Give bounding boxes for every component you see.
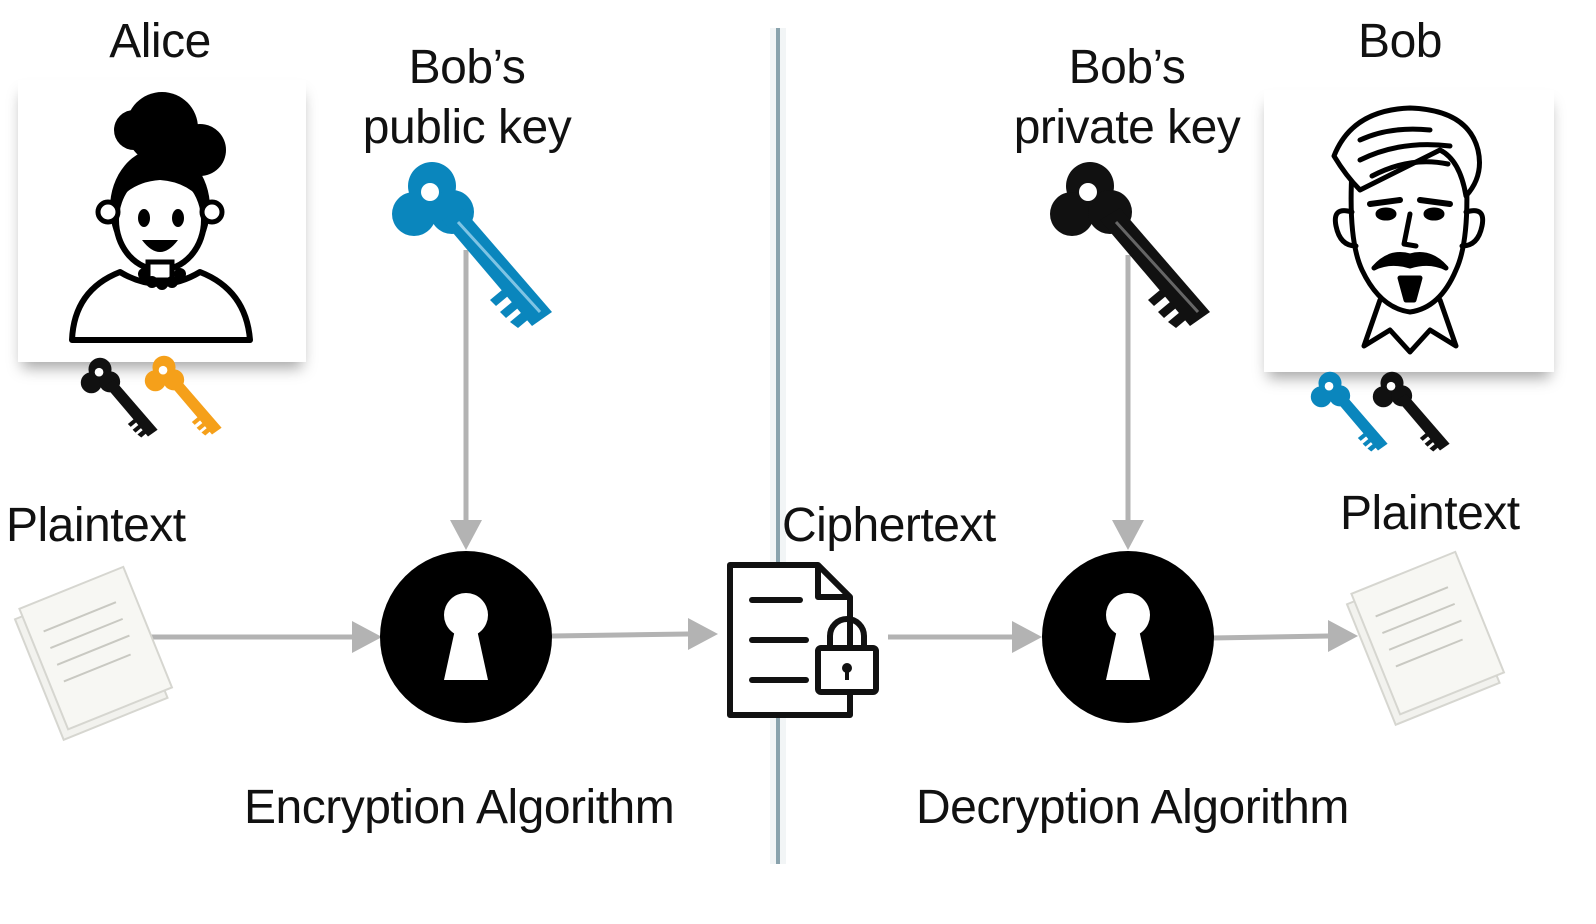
arrow-ciphertext-to-decryption — [888, 621, 1042, 653]
plaintext-left-paper-icon — [13, 565, 174, 742]
bob-name-label: Bob — [1358, 15, 1442, 68]
arrow-private-key-to-decryption — [1112, 255, 1144, 550]
plaintext-left-label: Plaintext — [6, 499, 186, 552]
arrow-decryption-to-plaintext — [1211, 620, 1358, 652]
ciphertext-document-lock-icon — [727, 562, 879, 718]
diagram-canvas — [13, 28, 1506, 864]
arrow-plaintext-to-encryption — [148, 621, 382, 653]
alice-public-key-icon — [144, 355, 222, 436]
alice-private-key-icon — [80, 357, 158, 438]
plaintext-right-label: Plaintext — [1340, 487, 1520, 540]
bob-avatar-icon — [1331, 105, 1486, 355]
bob-private-key-icon — [1372, 371, 1450, 452]
public-key-label-line1: Bob’s — [408, 41, 526, 94]
ciphertext-label: Ciphertext — [782, 499, 996, 552]
divider-line — [770, 28, 786, 864]
public-key-label-line2: public key — [362, 101, 572, 154]
alice-name-label: Alice — [109, 15, 211, 68]
alice-avatar-icon — [69, 92, 253, 343]
decryption-algorithm-label: Decryption Algorithm — [916, 781, 1349, 834]
encryption-algorithm-label: Encryption Algorithm — [244, 781, 675, 834]
private-key-label-line1: Bob’s — [1068, 41, 1186, 94]
decryption-lock-icon — [1042, 551, 1214, 723]
arrow-encryption-to-ciphertext — [551, 618, 718, 650]
bob-public-key-icon — [1310, 371, 1388, 452]
private-key-label-line2: private key — [1013, 101, 1241, 154]
encryption-lock-icon — [380, 551, 552, 723]
arrow-public-key-to-encryption — [450, 250, 482, 550]
plaintext-right-paper-icon — [1345, 550, 1506, 727]
public-key-icon — [392, 162, 552, 328]
